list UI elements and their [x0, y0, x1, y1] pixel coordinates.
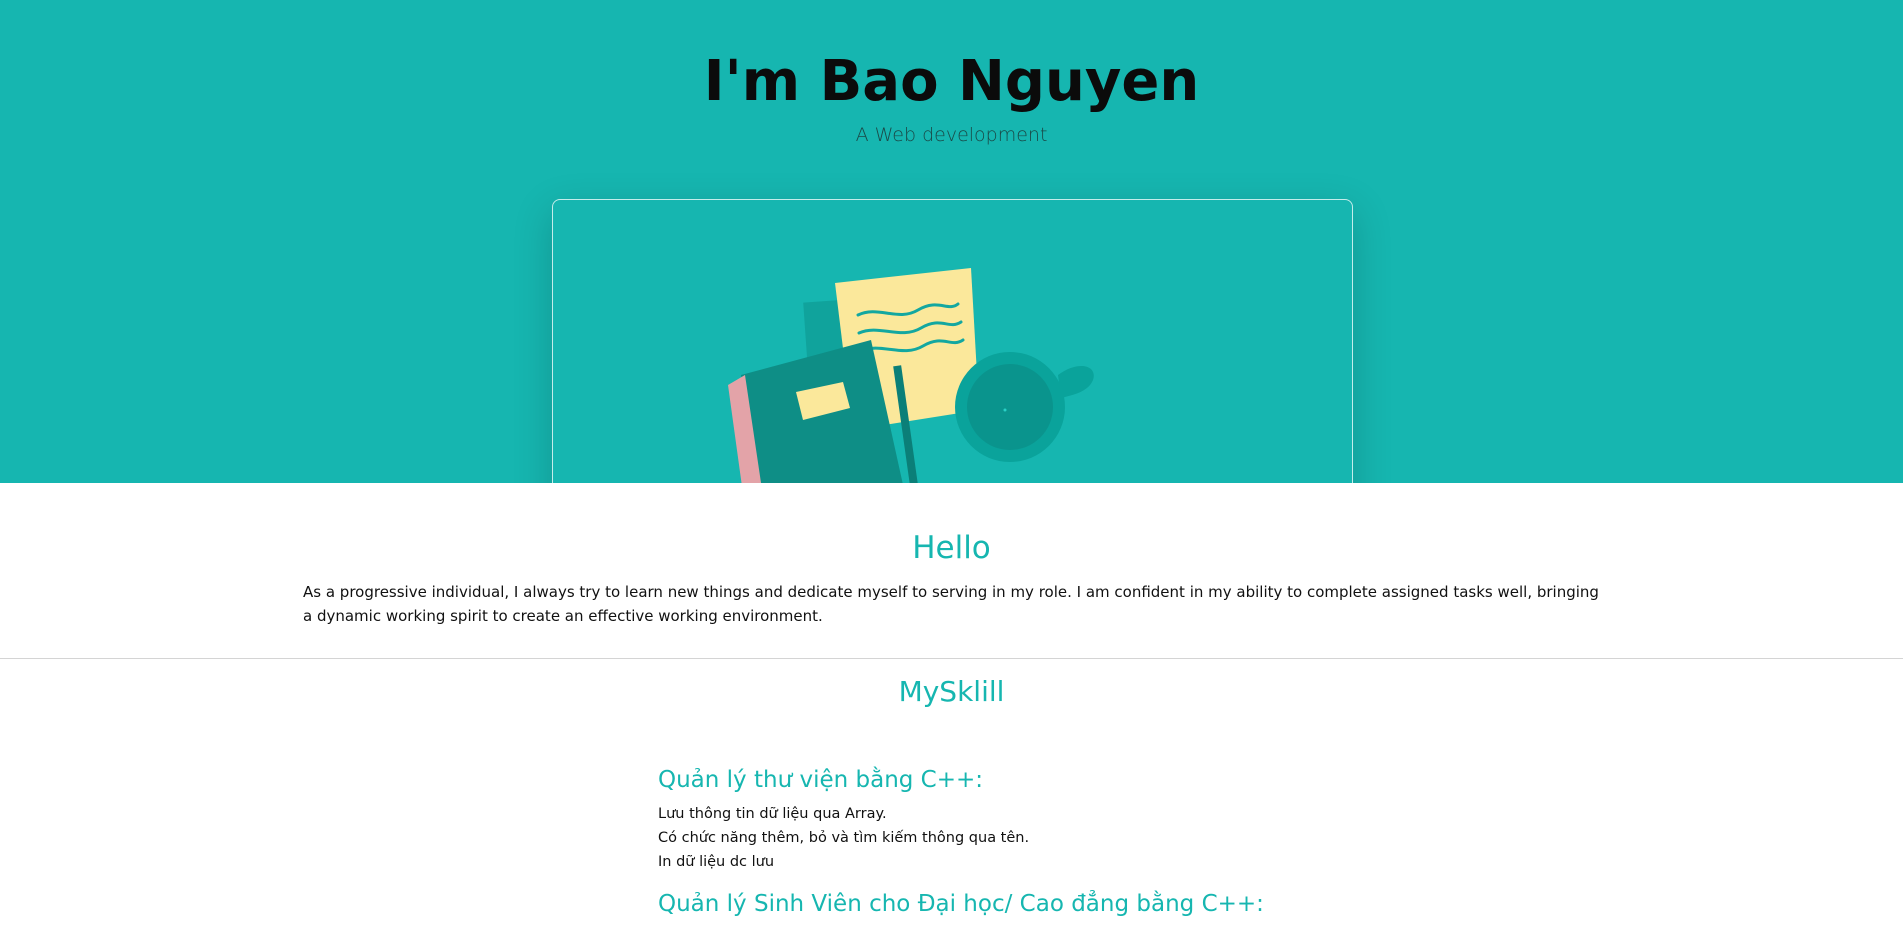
cup-inner	[967, 364, 1053, 450]
project-detail-line: Có chức năng thêm, bỏ và tìm kiếm thông …	[658, 830, 1030, 846]
section-divider	[0, 658, 1903, 659]
skills-heading: MySklill	[898, 675, 1005, 708]
project-title: Quản lý thư viện bằng C++:	[658, 767, 984, 793]
projects-list: Quản lý thư viện bằng C++: Lưu thông tin…	[658, 764, 1558, 926]
hero-subtitle: A Web development	[855, 124, 1048, 146]
hero-section: I'm Bao Nguyen A Web development	[0, 0, 1903, 483]
hero-illustration-card	[552, 199, 1353, 483]
cup-dot	[1003, 408, 1007, 412]
project-title: Quản lý Sinh Viên cho Đại học/ Cao đẳng …	[658, 891, 1264, 917]
hello-paragraph: As a progressive individual, I always tr…	[303, 583, 1599, 625]
desk-illustration	[728, 268, 1094, 483]
hello-heading: Hello	[912, 530, 991, 566]
project-item: Quản lý Sinh Viên cho Đại học/ Cao đẳng …	[658, 888, 1558, 920]
cup-handle	[1058, 365, 1094, 398]
project-details: Lưu thông tin dữ liệu qua Array. Có chức…	[658, 802, 1558, 874]
hero-title: I'm Bao Nguyen	[703, 49, 1200, 114]
project-detail-line: In dữ liệu dc lưu	[658, 854, 775, 870]
project-item: Quản lý thư viện bằng C++: Lưu thông tin…	[658, 764, 1558, 874]
project-detail-line: Lưu thông tin dữ liệu qua Array.	[658, 806, 887, 822]
